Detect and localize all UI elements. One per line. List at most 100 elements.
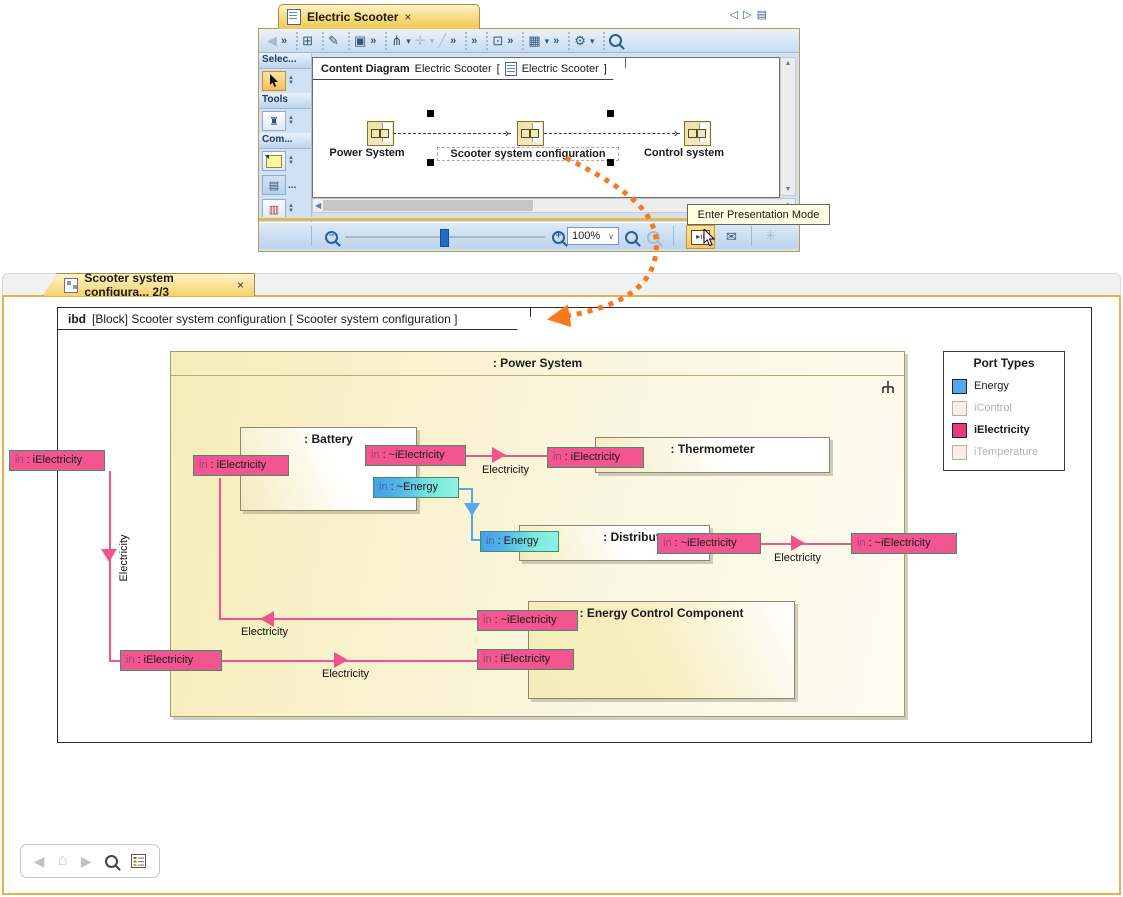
diagram-document-icon (287, 9, 301, 25)
stamp-tool-button[interactable]: ♜ (262, 111, 286, 131)
port-ecc-out-ielectricity[interactable]: in: ~iElectricity (477, 610, 578, 631)
containment-tree-icon[interactable]: ⊞ (302, 33, 313, 49)
ibd-diagram-icon (64, 278, 78, 293)
arrowhead-icon: › (505, 128, 509, 138)
connector-electricity-right[interactable] (761, 543, 851, 545)
add-related-icon[interactable]: ✛ (415, 33, 426, 49)
list-tool-button[interactable]: ▤ (262, 175, 286, 195)
port-thermometer-ielectricity[interactable]: in: iElectricity (547, 447, 644, 468)
connector-energy[interactable] (471, 539, 480, 541)
structure-compartment-icon (880, 379, 896, 396)
port-ecc-in-ielectricity[interactable]: in: iElectricity (477, 649, 574, 670)
dropdown-caret-icon[interactable]: ▾ (430, 33, 435, 49)
flow-label: Electricity (482, 464, 529, 476)
connector-electricity-mid[interactable] (219, 478, 221, 620)
port-battery-ielectricity[interactable]: in: iElectricity (193, 455, 289, 476)
tab-close-icon[interactable]: × (237, 278, 244, 292)
tab-nav-controls[interactable]: ◁▷▤ (730, 8, 772, 21)
palette-spinner[interactable]: ▲▼ (288, 204, 294, 214)
selection-handle[interactable] (427, 110, 434, 117)
palette-more[interactable]: ... (288, 180, 296, 191)
connector-electricity-bottom[interactable] (222, 660, 477, 662)
port-frame-ielectricity[interactable]: in: iElectricity (9, 450, 105, 471)
presentation-canvas[interactable]: ibd [Block] Scooter system configuration… (2, 295, 1121, 895)
zoom-in-icon[interactable]: + (552, 231, 565, 244)
tab-electric-scooter[interactable]: Electric Scooter × (278, 4, 480, 29)
port-powersystem-right-ielectricity[interactable]: in: ~iElectricity (851, 533, 957, 554)
node-label-power-system[interactable]: Power System (307, 147, 427, 159)
fit-zoom-icon[interactable] (625, 231, 638, 244)
scroll-down-icon[interactable]: ▼ (785, 186, 792, 193)
layout-icon[interactable]: ▦ (528, 33, 540, 49)
gear-icon[interactable]: ⚙ (574, 33, 586, 49)
document-tool-button[interactable]: ▥ (262, 199, 286, 219)
edit-specification-icon[interactable]: ✎ (328, 33, 339, 49)
itemperature-swatch (952, 445, 967, 460)
port-battery-energy[interactable]: in: ~Energy (373, 477, 459, 498)
select-tool-button[interactable] (262, 71, 286, 91)
overflow-chevron-icon[interactable]: » (370, 35, 376, 47)
nav-home-icon[interactable]: ⌂ (58, 852, 68, 870)
dependency-connector[interactable] (544, 133, 680, 134)
tab-scooter-system-configuration[interactable]: Scooter system configura... 2/3 × (43, 273, 255, 296)
port-powersystem-left-ielectricity[interactable]: in: iElectricity (120, 650, 222, 671)
content-diagram-canvas[interactable]: Content Diagram Electric Scooter [ Elect… (312, 57, 780, 198)
dropdown-caret-icon[interactable]: ▾ (545, 33, 550, 49)
palette-spinner[interactable]: ▲▼ (288, 116, 294, 126)
scroll-left-icon[interactable]: ◀ (315, 201, 321, 210)
nav-forward-icon[interactable]: ▶ (81, 853, 92, 870)
tab-close-icon[interactable]: × (404, 10, 411, 24)
selection-handle[interactable] (607, 110, 614, 117)
search-icon[interactable] (609, 34, 622, 47)
palette-spinner[interactable]: ▲▼ (288, 76, 294, 86)
overflow-chevron-icon[interactable]: » (450, 35, 456, 47)
connector-electricity-mid[interactable] (219, 618, 479, 620)
node-label-scooter-config[interactable]: Scooter system configuration (437, 147, 619, 161)
connector-electricity-left[interactable] (109, 471, 111, 661)
dropdown-caret-icon[interactable]: ▾ (406, 33, 411, 49)
vertical-scrollbar[interactable]: ▲▼ (780, 57, 796, 196)
zoom-1-1-icon[interactable] (647, 231, 660, 244)
port-battery-out-ielectricity[interactable]: in: ~iElectricity (365, 445, 466, 466)
link-icon[interactable]: ╱ (438, 33, 446, 49)
port-distributor-out-ielectricity[interactable]: in: ~iElectricity (657, 533, 761, 554)
palette-section-tools[interactable]: Tools (259, 93, 311, 109)
copy-icon[interactable]: ▣ (354, 33, 366, 49)
tab-title: Electric Scooter (307, 10, 398, 24)
diagram-node-icon-control-system[interactable] (684, 121, 711, 146)
dropdown-caret-icon[interactable]: ▾ (590, 33, 595, 49)
connector-electricity-top[interactable] (466, 455, 547, 457)
zoom-out-icon[interactable]: − (325, 231, 338, 244)
report-issue-button[interactable]: ✉ (717, 225, 746, 249)
overflow-chevron-icon[interactable]: » (281, 35, 287, 47)
selection-handle[interactable] (607, 159, 614, 166)
diagram-node-icon-scooter-config[interactable] (517, 121, 544, 146)
node-label-control-system[interactable]: Control system (624, 147, 744, 159)
selection-handle[interactable] (427, 159, 434, 166)
divider (673, 226, 674, 246)
palette-spinner[interactable]: ▲▼ (288, 156, 294, 166)
port-distributor-energy[interactable]: in: Energy (480, 531, 559, 552)
nav-back-icon[interactable]: ◀ (34, 853, 45, 870)
hierarchy-icon[interactable]: ⋔ (391, 33, 402, 49)
divider (751, 226, 752, 246)
diagram-node-icon-power-system[interactable] (367, 121, 394, 146)
zoom-level-select[interactable]: 100% ∨ (567, 227, 619, 245)
nav-list-icon[interactable] (131, 854, 146, 868)
overflow-chevron-icon[interactable]: » (471, 35, 477, 47)
palette-section-selection[interactable]: Selec... (259, 53, 311, 69)
legend-item-icontrol: iControl (952, 397, 1064, 419)
legend-label: iControl (974, 402, 1012, 414)
resize-icon[interactable]: ⊡ (492, 33, 503, 49)
nav-search-icon[interactable] (105, 855, 118, 868)
overflow-chevron-icon[interactable]: » (553, 35, 559, 47)
scroll-up-icon[interactable]: ▲ (785, 60, 792, 67)
scrollbar-thumb[interactable] (323, 200, 533, 211)
chevron-down-icon: ∨ (608, 232, 614, 241)
note-tool-button[interactable] (262, 151, 286, 171)
back-icon[interactable]: ◀ (267, 33, 277, 49)
palette-section-common[interactable]: Com... (259, 133, 311, 149)
zoom-slider-thumb[interactable] (440, 229, 449, 247)
dependency-connector[interactable] (393, 133, 511, 134)
overflow-chevron-icon[interactable]: » (507, 35, 513, 47)
